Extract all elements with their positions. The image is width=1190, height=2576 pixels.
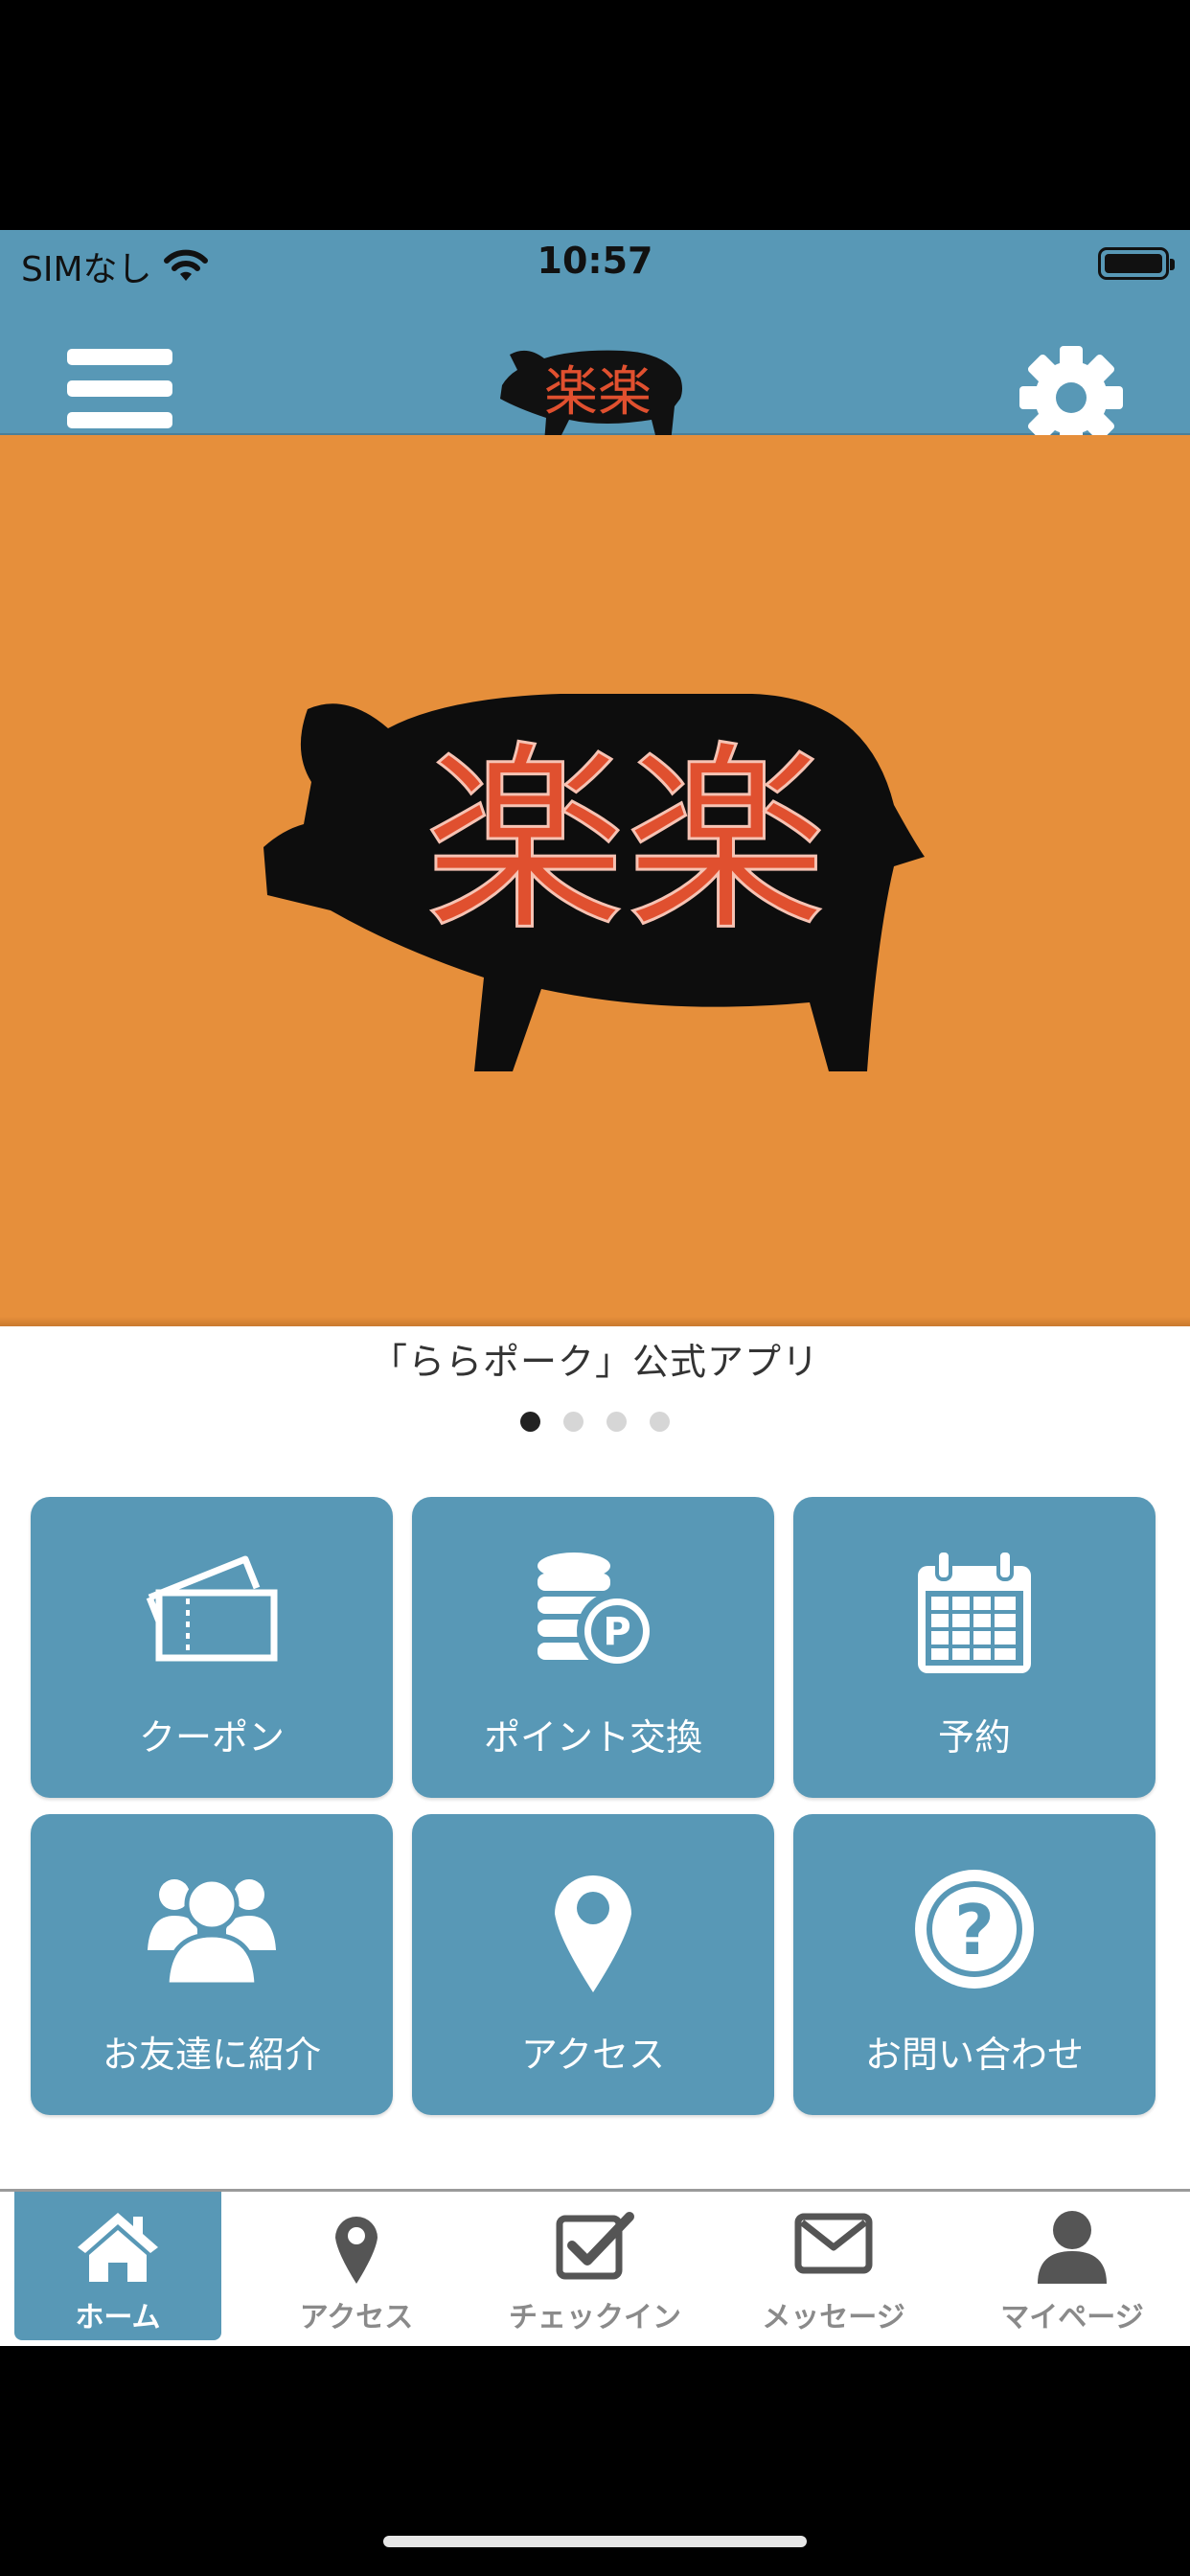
tile-label: アクセス (520, 2034, 666, 2076)
menu-tiles: クーポン P ポイント交換 予約 お友達に紹介 アクセス ? お問い合わせ (31, 1497, 1156, 2115)
refer-friend-tile[interactable]: お友達に紹介 (31, 1814, 393, 2115)
tile-label: お友達に紹介 (102, 2034, 321, 2076)
app-header: 楽楽 (0, 318, 1190, 449)
app-screen: SIMなし 10:57 楽楽 楽楽 「ららポーク」公式アプリ クーポン P ポイ… (0, 230, 1190, 2346)
map-pin-icon (335, 2217, 378, 2284)
tab-label: アクセス (299, 2301, 414, 2334)
carousel-dot[interactable] (606, 1412, 627, 1432)
checkbox-icon (556, 2212, 634, 2280)
hero-logo-text: 楽楽 (424, 724, 827, 958)
calendar-icon (918, 1549, 1031, 1673)
hero-logo: 楽楽 (263, 694, 925, 1071)
tab-home[interactable]: ホーム (14, 2192, 221, 2340)
status-time: 10:57 (537, 240, 653, 282)
tab-messages[interactable]: メッセージ (730, 2192, 937, 2340)
svg-text:P: P (603, 1610, 630, 1654)
tile-label: クーポン (138, 1716, 285, 1759)
tab-label: チェックイン (509, 2301, 681, 2334)
tab-access[interactable]: アクセス (253, 2192, 460, 2340)
tile-label: 予約 (937, 1716, 1011, 1759)
carousel-dots[interactable] (0, 1412, 1190, 1432)
point-exchange-tile[interactable]: P ポイント交換 (412, 1497, 774, 1798)
tile-label: お問い合わせ (864, 2034, 1084, 2076)
users-icon (148, 1876, 276, 1987)
tile-label: ポイント交換 (483, 1716, 702, 1759)
coins-icon: P (538, 1552, 657, 1671)
hero-banner[interactable]: 楽楽 (0, 435, 1190, 1326)
battery-icon (1098, 247, 1175, 280)
home-icon (78, 2213, 158, 2282)
tab-label: ホーム (75, 2301, 161, 2334)
status-bar: SIMなし 10:57 (0, 230, 1190, 318)
svg-text:?: ? (954, 1890, 995, 1970)
home-indicator[interactable] (383, 2536, 807, 2547)
hero-caption: 「ららポーク」公式アプリ (370, 1341, 819, 1383)
carousel-dot[interactable] (650, 1412, 670, 1432)
person-icon (1038, 2211, 1107, 2284)
tab-label: マイページ (1000, 2301, 1144, 2334)
question-icon: ? (915, 1870, 1034, 1989)
carousel-dot[interactable] (563, 1412, 584, 1432)
header-logo-text: 楽楽 (544, 361, 652, 424)
map-pin-icon (555, 1875, 631, 1992)
tab-label: メッセージ (762, 2301, 905, 2334)
reservation-tile[interactable]: 予約 (793, 1497, 1156, 1798)
ticket-icon (146, 1555, 278, 1662)
bottom-tab-bar: ホーム アクセス チェックイン メッセージ マイページ (0, 2189, 1190, 2346)
hamburger-icon[interactable] (67, 349, 172, 435)
carousel-dot[interactable] (520, 1412, 540, 1432)
coupon-tile[interactable]: クーポン (31, 1497, 393, 1798)
access-tile[interactable]: アクセス (412, 1814, 774, 2115)
envelope-icon (794, 2213, 873, 2274)
contact-tile[interactable]: ? お問い合わせ (793, 1814, 1156, 2115)
tab-mypage[interactable]: マイページ (969, 2192, 1176, 2340)
tab-checkin[interactable]: チェックイン (492, 2192, 698, 2340)
